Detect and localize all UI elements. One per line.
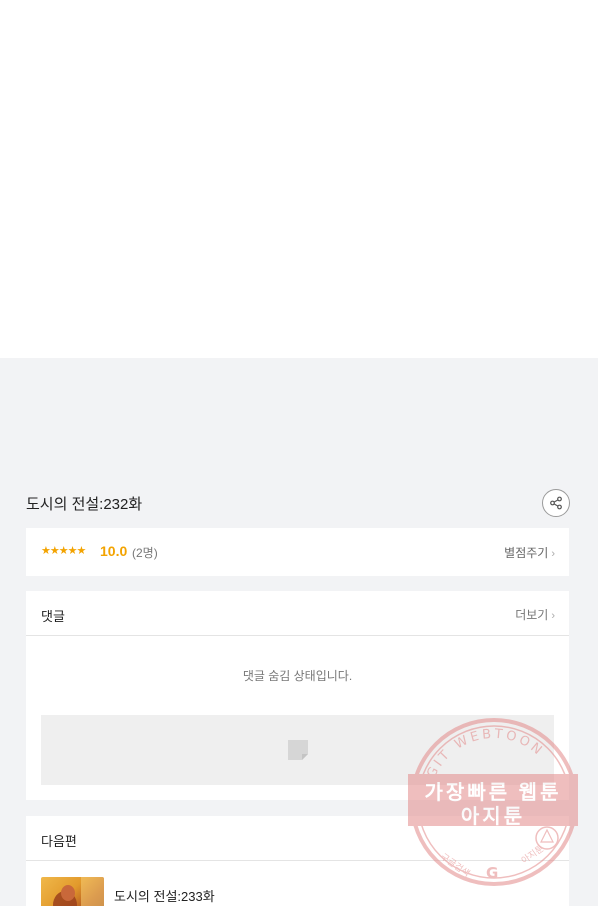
rating-count: (2명) [132, 546, 158, 560]
rating-card: ★★★★★ 10.0 (2명) 별점주기 › [26, 528, 569, 576]
next-episode-item[interactable]: 도시의 전설:233화 [26, 862, 569, 906]
comments-card: 댓글 더보기 › 댓글 숨김 상태입니다. [26, 591, 569, 800]
next-title: 다음편 [41, 834, 77, 849]
next-header: 다음편 [26, 816, 569, 861]
placeholder-icon [287, 740, 308, 760]
episode-header: 도시의 전설:232화 [26, 488, 572, 518]
share-button[interactable] [542, 489, 570, 517]
next-episode-title: 도시의 전설:233화 [114, 889, 215, 904]
content-image-area [0, 0, 598, 358]
ad-placeholder [41, 715, 554, 785]
rating-score: 10.0 [100, 543, 128, 559]
next-episode-card: 다음편 도시의 전설:233화 [26, 816, 569, 906]
rating-stars: ★★★★★ [41, 545, 86, 557]
comments-hidden-message: 댓글 숨김 상태입니다. [242, 669, 353, 683]
share-icon [550, 496, 562, 510]
comments-title: 댓글 [41, 609, 65, 624]
rate-button[interactable]: 별점주기 › [504, 544, 555, 561]
comments-more-label: 더보기 [515, 608, 549, 622]
comments-header: 댓글 더보기 › [26, 591, 569, 636]
chevron-right-icon: › [551, 610, 555, 622]
comments-more-button[interactable]: 더보기 › [515, 606, 555, 623]
thumbnail-art [53, 877, 104, 906]
next-episode-thumbnail [41, 877, 104, 906]
episode-title: 도시의 전설:232화 [26, 496, 143, 513]
chevron-right-icon: › [551, 548, 555, 560]
rate-button-label: 별점주기 [504, 546, 549, 560]
